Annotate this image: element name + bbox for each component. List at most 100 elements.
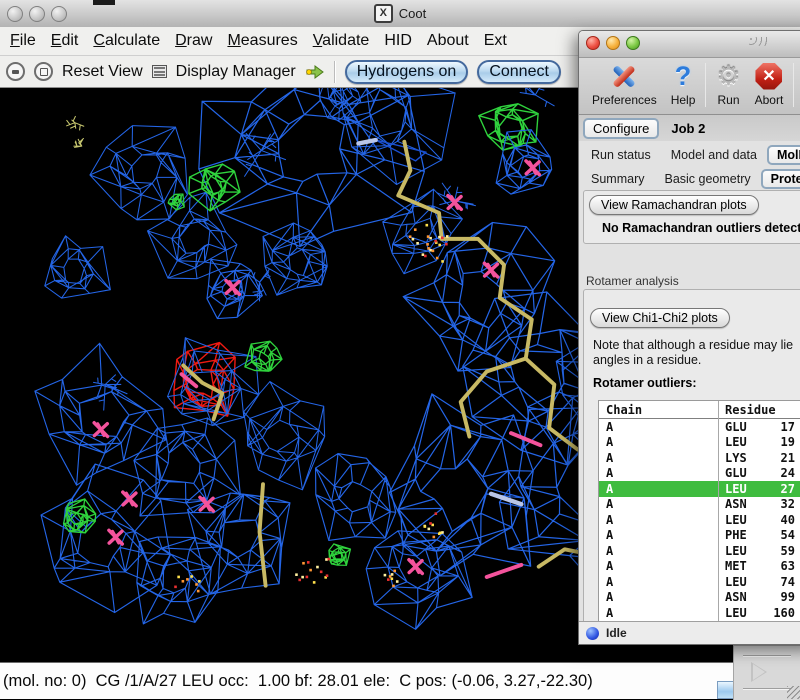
- table-cell: 160: [757, 606, 795, 620]
- abort-icon: ✕: [755, 61, 782, 91]
- table-row[interactable]: ALEU40: [599, 512, 800, 528]
- toolbar-item-label: Run: [717, 93, 739, 107]
- validation-dialog[interactable]: Preferences? Help ⚙ Run ✕ Abort A Configure Job…: [578, 30, 800, 645]
- window-title-text: Coot: [399, 6, 426, 21]
- column-divider: [718, 401, 719, 639]
- dialog-notebook: Run status Model and data MolProbit Summar…: [579, 141, 800, 644]
- table-row[interactable]: APHE54: [599, 528, 800, 544]
- table-row[interactable]: ALYS21: [599, 450, 800, 466]
- tab-run-status[interactable]: Run status: [585, 148, 657, 162]
- dialog-close-button[interactable]: [586, 36, 600, 50]
- table-cell: GLU: [717, 420, 757, 434]
- rotamer-outliers-table[interactable]: Chain Residue AGLU17ALEU19ALYS21AGLU24AL…: [598, 400, 800, 640]
- table-cell: A: [599, 420, 717, 434]
- table-cell: LEU: [717, 575, 757, 589]
- table-cell: 74: [757, 575, 795, 589]
- dialog-titlebar[interactable]: [579, 31, 800, 58]
- ramachandran-message: No Ramachandran outliers detecte: [602, 221, 800, 235]
- table-row[interactable]: ALEU160: [599, 605, 800, 621]
- table-row[interactable]: ALEU74: [599, 574, 800, 590]
- tab-job-2[interactable]: Job 2: [667, 120, 709, 137]
- table-cell: A: [599, 528, 717, 542]
- play-triangle-icon[interactable]: [751, 662, 767, 682]
- toolbar-separator: [334, 61, 336, 83]
- reset-view-button[interactable]: Reset View: [62, 63, 143, 81]
- table-row[interactable]: AMET63: [599, 559, 800, 575]
- job-tabstrip: Configure Job 2: [579, 115, 800, 142]
- menu-ext[interactable]: Ext: [484, 32, 507, 50]
- table-cell: 59: [757, 544, 795, 558]
- display-manager-button[interactable]: Display Manager: [176, 63, 296, 81]
- hydrogens-toggle-button[interactable]: Hydrogens on: [345, 60, 469, 84]
- table-row[interactable]: AGLU17: [599, 419, 800, 435]
- tab-molprobit[interactable]: MolProbit: [767, 145, 800, 165]
- menu-draw[interactable]: Draw: [175, 32, 212, 50]
- abort-button[interactable]: ✕ Abort: [748, 61, 791, 107]
- help-icon: ?: [675, 61, 692, 91]
- table-cell: A: [599, 466, 717, 480]
- table-cell: 24: [757, 466, 795, 480]
- gear-icon: ⚙: [716, 61, 740, 91]
- table-row[interactable]: AASN32: [599, 497, 800, 513]
- circle-tool-icon-2[interactable]: [34, 62, 53, 81]
- column-header-chain[interactable]: Chain: [599, 403, 717, 417]
- tools-icon: [609, 61, 639, 91]
- menu-file[interactable]: File: [10, 32, 36, 50]
- table-row[interactable]: ALEU59: [599, 543, 800, 559]
- run-button[interactable]: ⚙ Run: [709, 61, 747, 107]
- table-cell: A: [599, 559, 717, 573]
- dialog-toolbar: Preferences?Help⚙Run✕AbortA: [579, 58, 800, 115]
- table-cell: 27: [757, 482, 795, 496]
- view-ramachandran-plots-button[interactable]: View Ramachandran plots: [589, 195, 759, 215]
- table-row[interactable]: AGLU24: [599, 466, 800, 482]
- view-chi1-chi2-plots-button[interactable]: View Chi1-Chi2 plots: [590, 308, 730, 328]
- table-cell: LEU: [717, 482, 757, 496]
- toolbar-item-label: Help: [671, 93, 696, 107]
- table-cell: A: [599, 590, 717, 604]
- menu-validate[interactable]: Validate: [313, 32, 370, 50]
- dialog-minimize-button[interactable]: [606, 36, 620, 50]
- resize-grip[interactable]: [787, 686, 800, 699]
- table-cell: A: [599, 482, 717, 496]
- toolbar-item-label: Preferences: [592, 93, 657, 107]
- menu-edit[interactable]: Edit: [51, 32, 79, 50]
- table-row[interactable]: ALEU27: [599, 481, 800, 497]
- toolbar-separator: [705, 63, 706, 107]
- tab-summary[interactable]: Summary: [585, 172, 650, 186]
- coot-titlebar[interactable]: X Coot: [0, 0, 800, 28]
- table-cell: GLU: [717, 466, 757, 480]
- x11-icon: X: [374, 4, 393, 23]
- preferences-button[interactable]: Preferences: [585, 61, 664, 107]
- table-cell: LEU: [717, 513, 757, 527]
- table-body: AGLU17ALEU19ALYS21AGLU24ALEU27AASN32ALEU…: [599, 419, 800, 639]
- table-cell: LEU: [717, 606, 757, 620]
- help-button[interactable]: ? Help: [664, 61, 703, 107]
- tab-model-and-data[interactable]: Model and data: [665, 148, 763, 162]
- table-cell: MET: [717, 559, 757, 573]
- tab-protein[interactable]: Protein: [761, 169, 800, 189]
- rotamer-frame: View Chi1-Chi2 plots Note that although …: [583, 289, 800, 645]
- dialog-zoom-button[interactable]: [626, 36, 640, 50]
- toolbar-item-label: Abort: [755, 93, 784, 107]
- tab-basic-geometry[interactable]: Basic geometry: [658, 172, 756, 186]
- table-cell: 99: [757, 590, 795, 604]
- ramachandran-frame: View Ramachandran plots No Ramachandran …: [583, 190, 800, 244]
- column-header-residue[interactable]: Residue: [717, 403, 757, 417]
- table-row[interactable]: ALEU19: [599, 435, 800, 451]
- tab-configure[interactable]: Configure: [583, 118, 659, 139]
- table-header[interactable]: Chain Residue: [599, 401, 800, 419]
- connect-button[interactable]: Connect: [477, 60, 561, 84]
- table-cell: A: [599, 497, 717, 511]
- menu-about[interactable]: About: [427, 32, 469, 50]
- table-cell: A: [599, 575, 717, 589]
- menu-calculate[interactable]: Calculate: [93, 32, 160, 50]
- menu-measures[interactable]: Measures: [227, 32, 297, 50]
- status-ball-icon: [586, 627, 599, 640]
- table-row[interactable]: AASN99: [599, 590, 800, 606]
- green-arrow-icon[interactable]: [305, 65, 325, 79]
- circle-tool-icon-1[interactable]: [6, 62, 25, 81]
- rotamer-section-label: Rotamer analysis: [586, 274, 679, 288]
- rotamer-note-line2: angles in a residue.: [593, 353, 701, 367]
- menu-hid[interactable]: HID: [384, 32, 412, 50]
- table-cell: A: [599, 606, 717, 620]
